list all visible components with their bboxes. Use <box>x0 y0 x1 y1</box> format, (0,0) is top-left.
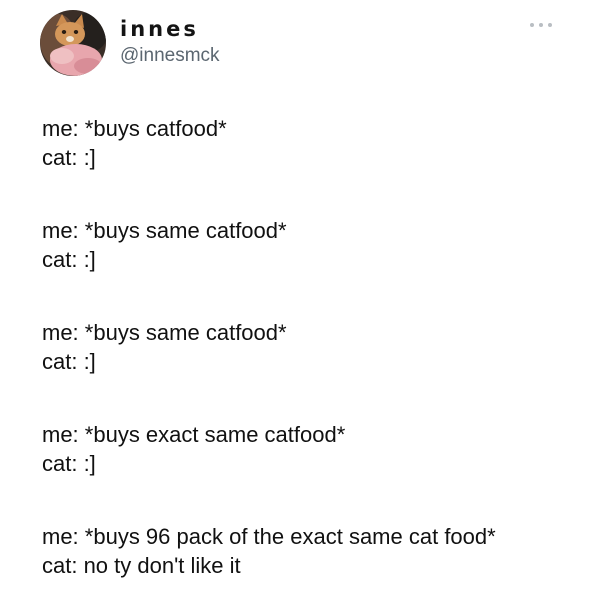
me-line: me: *buys exact same catfood* <box>42 422 346 447</box>
author-display-name[interactable]: innes <box>120 16 220 42</box>
more-options-icon[interactable] <box>530 20 552 30</box>
cat-line: cat: :] <box>42 349 96 374</box>
author-names: innes @innesmck <box>120 16 220 68</box>
cat-line: cat: :] <box>42 145 96 170</box>
cat-line: cat: :] <box>42 451 96 476</box>
tweet-stanza: me: *buys 96 pack of the exact same cat … <box>42 522 582 580</box>
cat-avatar-icon[interactable] <box>40 10 106 76</box>
more-dot <box>548 23 552 27</box>
tweet: innes @innesmck me: *buys catfood* cat: … <box>0 0 600 594</box>
me-line: me: *buys catfood* <box>42 116 227 141</box>
cat-line: cat: no ty don't like it <box>42 553 241 578</box>
me-line: me: *buys same catfood* <box>42 320 287 345</box>
tweet-stanza: me: *buys same catfood* cat: :] <box>42 318 582 376</box>
more-dot <box>539 23 543 27</box>
tweet-stanza: me: *buys same catfood* cat: :] <box>42 216 582 274</box>
tweet-stanza: me: *buys catfood* cat: :] <box>42 114 582 172</box>
author-handle[interactable]: @innesmck <box>120 44 220 68</box>
cat-line: cat: :] <box>42 247 96 272</box>
more-dot <box>530 23 534 27</box>
me-line: me: *buys 96 pack of the exact same cat … <box>42 524 496 549</box>
tweet-stanza: me: *buys exact same catfood* cat: :] <box>42 420 582 478</box>
tweet-body: me: *buys catfood* cat: :] me: *buys sam… <box>42 114 582 580</box>
me-line: me: *buys same catfood* <box>42 218 287 243</box>
tweet-header: innes @innesmck <box>40 10 220 76</box>
